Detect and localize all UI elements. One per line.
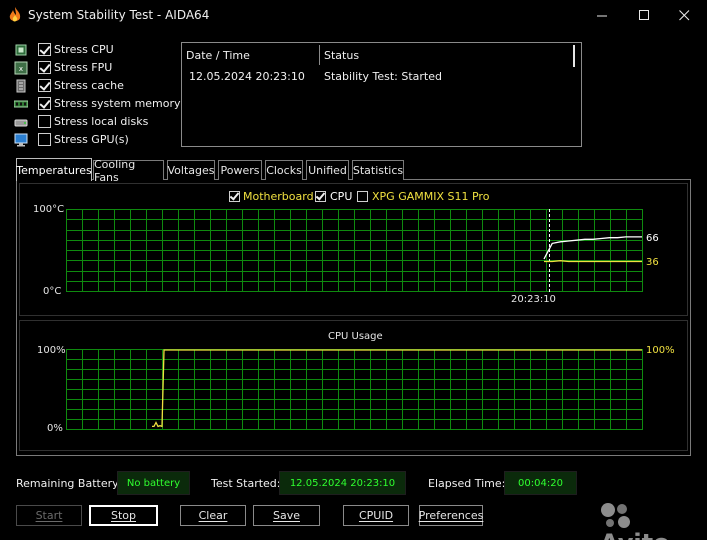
window-title: System Stability Test - AIDA64	[28, 8, 210, 22]
stress-cache-label: Stress cache	[54, 79, 124, 92]
battery-label: Remaining Battery:	[16, 477, 122, 490]
avito-watermark: Avito	[600, 500, 707, 540]
close-button[interactable]	[661, 0, 707, 30]
stress-gpu-label: Stress GPU(s)	[54, 133, 129, 146]
title-bar: System Stability Test - AIDA64	[0, 0, 707, 30]
monitor-icon	[14, 133, 28, 147]
avito-watermark-text: Avito	[600, 529, 670, 540]
tab-temperatures[interactable]: Temperatures	[16, 158, 92, 181]
cpu-temp-value: 66	[646, 233, 659, 244]
cache-icon	[16, 79, 26, 93]
battery-value: No battery	[117, 471, 190, 495]
column-header-datetime[interactable]: Date / Time	[186, 49, 250, 62]
svg-text:x: x	[19, 65, 23, 73]
preferences-button[interactable]: Preferences	[419, 505, 483, 526]
cpu-chip-icon	[15, 44, 27, 56]
cpu-usage-title: CPU Usage	[328, 331, 383, 342]
cpu-usage-value: 100%	[646, 345, 675, 356]
legend-cpu-label: CPU	[330, 190, 353, 203]
temperature-graph	[66, 209, 643, 292]
minimize-icon	[596, 15, 607, 16]
stress-fpu-option[interactable]: x Stress FPU	[14, 59, 179, 77]
status-table-header: Date / Time Status	[182, 43, 581, 67]
stress-memory-option[interactable]: Stress system memory	[14, 95, 181, 113]
tab-statistics[interactable]: Statistics	[352, 160, 404, 180]
stop-button[interactable]: Stop	[89, 505, 158, 526]
elapsed-time-value: 00:04:20	[504, 471, 577, 495]
stress-cpu-option[interactable]: Stress CPU	[14, 41, 179, 59]
legend-ssd-label: XPG GAMMIX S11 Pro	[372, 190, 490, 203]
tab-clocks[interactable]: Clocks	[265, 160, 303, 180]
tab-powers[interactable]: Powers	[218, 160, 262, 180]
test-started-label: Test Started:	[211, 477, 281, 490]
stress-gpu-option[interactable]: Stress GPU(s)	[14, 131, 179, 149]
clear-button[interactable]: Clear	[180, 505, 246, 526]
stress-disks-option[interactable]: Stress local disks	[14, 113, 179, 131]
stress-disks-checkbox[interactable]	[38, 115, 51, 128]
elapsed-time-label: Elapsed Time:	[428, 477, 506, 490]
legend-ssd-checkbox[interactable]	[357, 191, 368, 202]
cpu-usage-graph	[66, 349, 643, 430]
aida64-flame-icon	[9, 7, 21, 22]
stress-disks-label: Stress local disks	[54, 115, 149, 128]
usage-y-min-label: 0%	[47, 423, 63, 434]
avito-logo-icon	[601, 503, 630, 528]
save-button[interactable]: Save	[253, 505, 320, 526]
cpuid-button[interactable]: CPUID	[343, 505, 409, 526]
stress-fpu-label: Stress FPU	[54, 61, 113, 74]
tab-cooling-fans[interactable]: Cooling Fans	[93, 158, 164, 184]
stress-cache-option[interactable]: Stress cache	[14, 77, 179, 95]
usage-y-max-label: 100%	[37, 345, 66, 356]
maximize-icon	[638, 9, 649, 20]
legend-motherboard-label: Motherboard	[243, 190, 314, 203]
temp-time-label: 20:23:10	[511, 294, 556, 305]
stress-memory-label: Stress system memory	[54, 97, 181, 110]
memory-icon	[14, 100, 28, 108]
stress-memory-checkbox[interactable]	[38, 97, 51, 110]
tab-voltages[interactable]: Voltages	[167, 160, 215, 180]
column-separator[interactable]	[319, 45, 320, 65]
stress-fpu-checkbox[interactable]	[38, 61, 51, 74]
stress-gpu-checkbox[interactable]	[38, 133, 51, 146]
stress-cache-checkbox[interactable]	[38, 79, 51, 92]
stress-cpu-label: Stress CPU	[54, 43, 114, 56]
legend-motherboard-checkbox[interactable]	[229, 191, 240, 202]
disk-icon	[14, 119, 28, 127]
row-status: Stability Test: Started	[324, 70, 442, 83]
stress-cpu-checkbox[interactable]	[38, 43, 51, 56]
column-separator-end[interactable]	[573, 45, 575, 67]
temp-y-min-label: 0°C	[43, 286, 62, 297]
tab-unified[interactable]: Unified	[306, 160, 349, 180]
row-datetime: 12.05.2024 20:23:10	[189, 70, 305, 83]
fpu-chip-icon: x	[14, 61, 28, 75]
start-button[interactable]: Start	[16, 505, 82, 526]
temp-y-max-label: 100°C	[33, 204, 65, 215]
legend-cpu-checkbox[interactable]	[315, 191, 326, 202]
close-icon	[678, 9, 689, 20]
minimize-button[interactable]	[579, 0, 625, 30]
motherboard-temp-value: 36	[646, 257, 659, 268]
test-started-value: 12.05.2024 20:23:10	[279, 471, 406, 495]
column-header-status[interactable]: Status	[324, 49, 359, 62]
status-log-table[interactable]: Date / Time Status 12.05.2024 20:23:10 S…	[181, 42, 582, 147]
temperature-legend: Motherboard CPU XPG GAMMIX S11 Pro	[0, 190, 707, 204]
